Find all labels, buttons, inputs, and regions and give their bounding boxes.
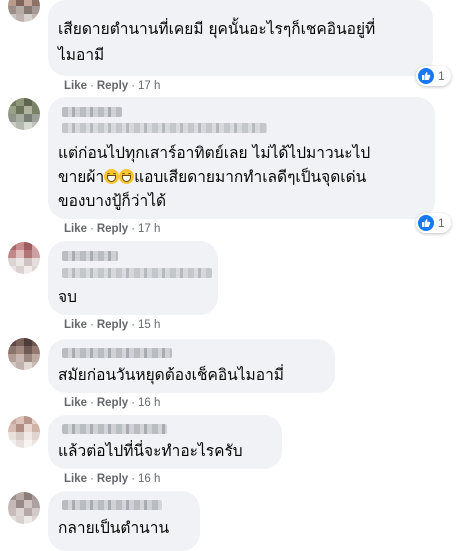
comment-bubble: แล้วต่อไปที่นี่จะทำอะไรครับ [48, 415, 282, 469]
reaction-count[interactable]: 1 [416, 213, 451, 233]
thumbs-up-icon [418, 215, 434, 231]
comment-bubble: เสียดายตำนานที่เคยมี ยุคนั้นอะไรๆก็เชคอิ… [48, 0, 433, 76]
avatar[interactable] [8, 492, 40, 524]
comment-text: สมัยก่อนวันหยุดต้องเช็คอินไมอามี่ [58, 366, 284, 384]
avatar[interactable] [8, 98, 40, 130]
like-link[interactable]: Like [64, 397, 87, 409]
reply-link[interactable]: Reply [97, 80, 128, 92]
comment-text: จบ [58, 288, 77, 306]
comment-text: ไมอามี [58, 46, 105, 64]
avatar[interactable] [8, 242, 40, 274]
comment-text: เสียดายตำนานที่เคยมี ยุคนั้นอะไรๆก็เชคอิ… [58, 20, 376, 38]
comment-text: แต่ก่อนไปทุกเสาร์อาทิตย์เลย ไม่ได้ไปมาวน… [58, 144, 371, 162]
avatar[interactable] [8, 338, 40, 370]
thumbs-up-icon [418, 68, 434, 84]
like-link[interactable]: Like [64, 80, 87, 92]
comment-actions: Like · Reply · 16 h [64, 473, 161, 485]
avatar[interactable] [8, 416, 40, 448]
reply-link[interactable]: Reply [97, 319, 128, 331]
reply-link[interactable]: Reply [97, 397, 128, 409]
like-link[interactable]: Like [64, 223, 87, 235]
timestamp[interactable]: 17 h [138, 80, 160, 92]
comment-text: กลายเป็นตำนาน [58, 519, 170, 537]
reaction-count[interactable]: 1 [416, 66, 451, 86]
reply-link[interactable]: Reply [97, 223, 128, 235]
comment-bubble: แต่ก่อนไปทุกเสาร์อาทิตย์เลย ไม่ได้ไปมาวน… [48, 97, 435, 219]
commenter-name[interactable] [62, 107, 122, 117]
commenter-name[interactable] [62, 424, 167, 434]
reaction-number: 1 [438, 69, 445, 83]
commenter-name[interactable] [62, 348, 172, 358]
comment-text-line: ขายผ้า แอบเสียดายมากทำเลดีๆเป็นจุดเด่น [58, 168, 367, 186]
timestamp[interactable]: 16 h [138, 397, 160, 409]
commenter-name[interactable] [62, 500, 162, 510]
comment-actions: Like · Reply · 17 h [64, 223, 161, 235]
comment-actions: Like · Reply · 17 h [64, 80, 161, 92]
grinning-face-emoji [119, 169, 135, 184]
comment-text: ของบางปู้ก็ว่าได้ [58, 192, 167, 210]
reaction-number: 1 [438, 216, 445, 230]
commenter-name[interactable] [62, 251, 118, 261]
commenter-name [62, 268, 212, 278]
reply-link[interactable]: Reply [97, 473, 128, 485]
like-link[interactable]: Like [64, 319, 87, 331]
timestamp[interactable]: 17 h [138, 223, 160, 235]
comment-bubble: กลายเป็นตำนาน [48, 491, 200, 551]
avatar[interactable] [8, 0, 40, 22]
comment-bubble: จบ [48, 241, 218, 315]
like-link[interactable]: Like [64, 473, 87, 485]
comment-actions: Like · Reply · 15 h [64, 319, 161, 331]
comment-text: แล้วต่อไปที่นี่จะทำอะไรครับ [58, 442, 243, 460]
comment-bubble: สมัยก่อนวันหยุดต้องเช็คอินไมอามี่ [48, 339, 335, 393]
commenter-name [62, 123, 267, 133]
timestamp[interactable]: 15 h [138, 319, 160, 331]
grinning-face-emoji [104, 169, 120, 184]
timestamp[interactable]: 16 h [138, 473, 160, 485]
comment-actions: Like · Reply · 16 h [64, 397, 161, 409]
